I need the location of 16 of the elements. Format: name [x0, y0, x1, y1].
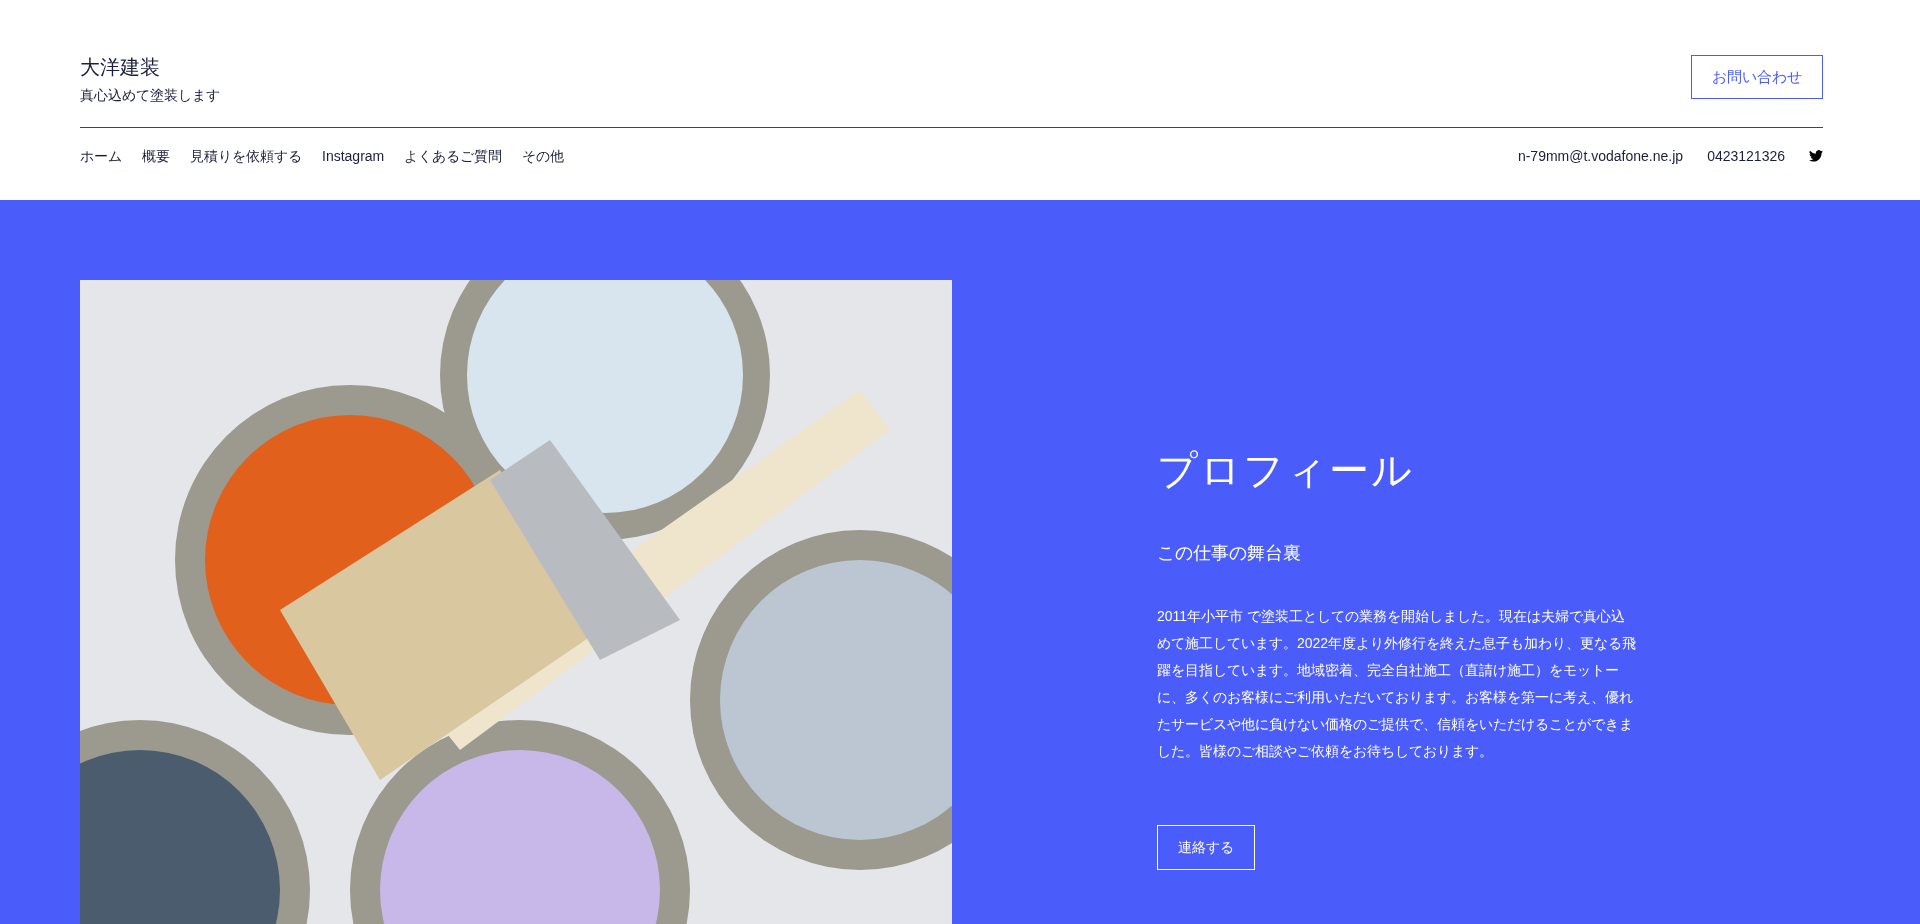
profile-subheading: この仕事の舞台裏: [1157, 542, 1302, 565]
nav-link[interactable]: 見積りを依頼する: [190, 145, 302, 167]
profile-paragraph: 2011年小平市 で塗装工としての業務を開始しました。現在は夫婦で真心込めて施工しています。2022年度より外修行を終えた息子も加わり、更なる飛躍を目指しています。地域密着、完全自社施工（直請け施工）をモットーに、多くのお客様にご利用いただいております。お客様を第一に考え、優れたサービスや他に負けない価格のご提供で、信頼をいただけることができました。皆様のご相談やご依頼をお待ちしております。: [1157, 607, 1637, 761]
nav-link[interactable]: Instagram: [322, 145, 385, 167]
nav-link[interactable]: 概要: [142, 145, 170, 167]
contact-button[interactable]: 連絡する: [1157, 825, 1255, 870]
twitter-bird-icon[interactable]: [1809, 150, 1823, 162]
nav-link[interactable]: よくあるご質問: [404, 145, 503, 167]
phone-link[interactable]: 0423121326: [1707, 145, 1785, 167]
nav-link[interactable]: ホーム: [80, 145, 122, 167]
site-tagline: 真心込めて塗装します: [80, 86, 220, 105]
site-title[interactable]: 大洋建装: [80, 55, 220, 79]
nav-link[interactable]: その他: [522, 145, 565, 167]
contact-button[interactable]: お問い合わせ: [1691, 55, 1823, 99]
profile-heading: プロフィール: [1157, 447, 1415, 494]
email-link[interactable]: n-79mm@t.vodafone.ne.jp: [1517, 145, 1684, 167]
